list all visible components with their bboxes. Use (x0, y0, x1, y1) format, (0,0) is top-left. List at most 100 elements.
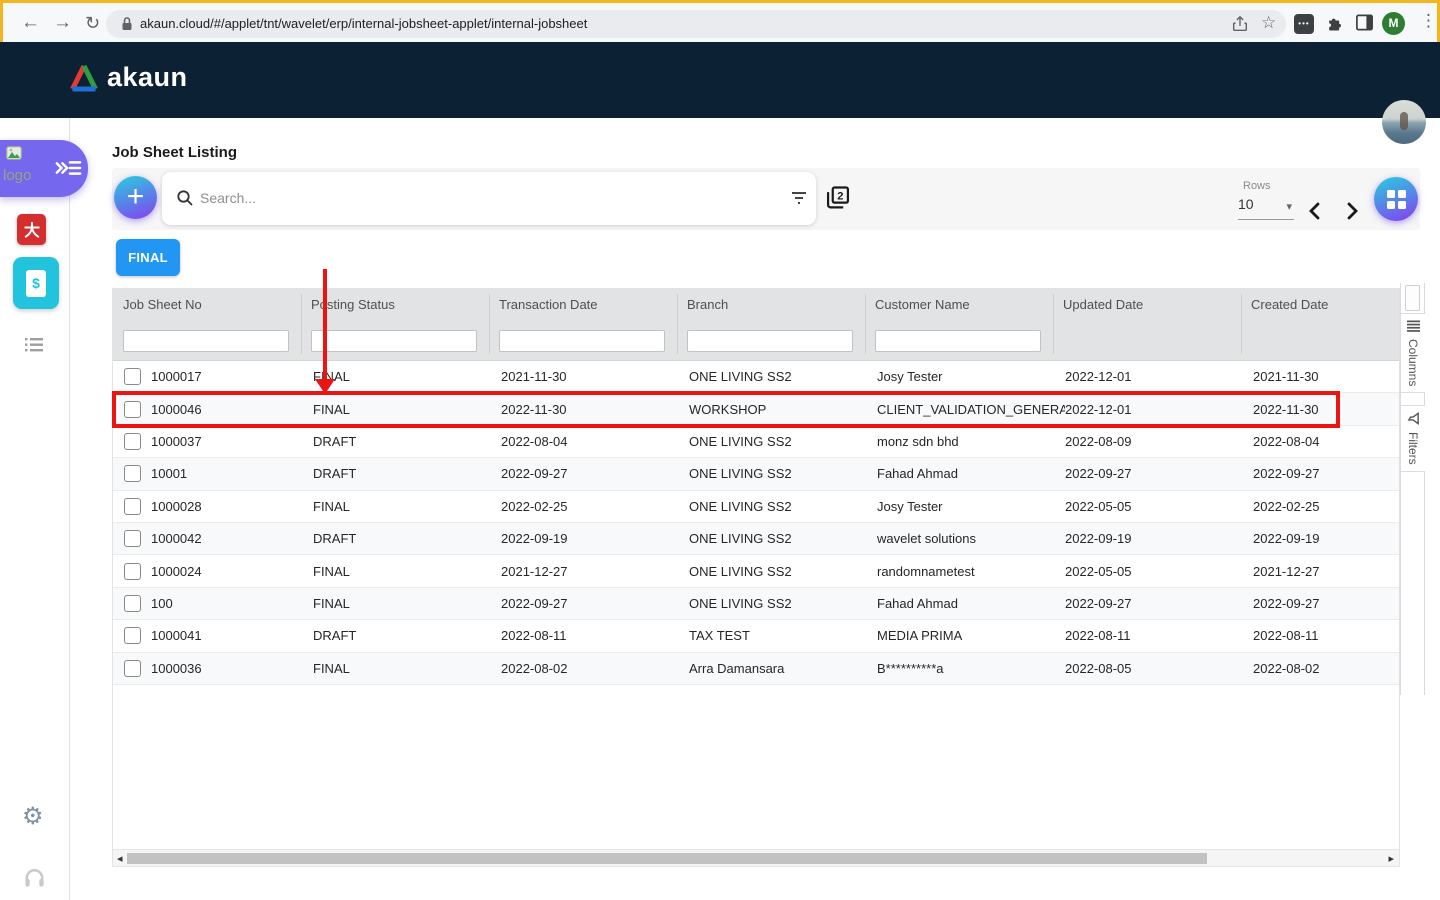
filter-input-posting-status[interactable] (311, 330, 477, 352)
browser-menu-icon[interactable]: ⋮ (1420, 11, 1437, 31)
cell-branch: WORKSHOP (689, 401, 767, 417)
app-icon-invoice[interactable]: $ (13, 257, 59, 309)
checkbox-icon[interactable] (123, 594, 141, 612)
table-row[interactable]: 10001 DRAFT 2022-09-27 ONE LIVING SS2 Fahad … (113, 458, 1399, 491)
col-header-branch[interactable]: Branch (677, 297, 865, 312)
filter-funnel-icon (1407, 412, 1420, 425)
grid-view-button[interactable] (1374, 177, 1418, 221)
sidebar-logo-label: logo (3, 167, 32, 184)
sidebar-logo-pill[interactable]: logo (0, 140, 88, 197)
cell-customer-name: CLIENT_VALIDATION_GENERAL (877, 401, 1065, 417)
col-header-updated-date[interactable]: Updated Date (1053, 297, 1241, 312)
horizontal-scrollbar-thumb[interactable] (127, 853, 1207, 864)
search-icon (176, 189, 194, 207)
share-icon[interactable] (1231, 15, 1249, 33)
row-checkbox[interactable] (113, 400, 151, 418)
row-checkbox[interactable] (113, 368, 151, 386)
col-header-created-date[interactable]: Created Date (1241, 297, 1399, 312)
extension-box-icon[interactable]: ••• (1294, 14, 1314, 34)
bookmark-star-icon[interactable]: ☆ (1261, 13, 1276, 33)
cell-branch: ONE LIVING SS2 (689, 369, 792, 385)
checkbox-icon[interactable] (123, 497, 141, 515)
cell-transaction-date: 2022-09-27 (501, 466, 568, 482)
cell-created-date: 2022-11-30 (1253, 401, 1319, 417)
address-bar[interactable]: akaun.cloud/#/applet/tnt/wavelet/erp/int… (106, 10, 1286, 38)
cell-created-date: 2022-09-19 (1253, 531, 1320, 547)
rows-per-page-select[interactable]: 10 ▾ (1238, 196, 1294, 220)
cell-created-date: 2021-11-30 (1253, 369, 1319, 385)
url-text[interactable]: akaun.cloud/#/applet/tnt/wavelet/erp/int… (140, 16, 587, 31)
next-page-button[interactable] (1343, 201, 1361, 221)
row-checkbox[interactable] (113, 497, 151, 515)
add-record-button[interactable]: + (114, 176, 157, 219)
filter-input-branch[interactable] (687, 330, 853, 352)
table-row[interactable]: 1000036 FINAL 2022-08-02 Arra Damansara B***… (113, 652, 1399, 685)
checkbox-icon[interactable] (123, 530, 141, 548)
column-separator (677, 294, 678, 354)
row-checkbox[interactable] (113, 465, 151, 483)
tab-columns[interactable]: Columns (1401, 313, 1425, 394)
tab-filters[interactable]: Filters (1401, 405, 1425, 472)
user-avatar[interactable] (1382, 100, 1426, 144)
checkbox-icon[interactable] (123, 659, 141, 677)
cell-transaction-date: 2022-08-04 (501, 433, 568, 449)
row-checkbox[interactable] (113, 659, 151, 677)
browser-chrome: ← → ↻ akaun.cloud/#/applet/tnt/wavelet/e… (0, 0, 1440, 42)
filter-input-transaction-date[interactable] (499, 330, 665, 352)
cell-branch: Arra Damansara (689, 660, 785, 676)
search-input[interactable] (200, 186, 740, 210)
table-row[interactable]: 1000037 DRAFT 2022-08-04 ONE LIVING SS2 monz… (113, 425, 1399, 459)
row-checkbox[interactable] (113, 432, 151, 450)
final-status-button[interactable]: FINAL (116, 239, 180, 276)
headset-icon[interactable] (23, 866, 46, 888)
cell-created-date: 2022-09-27 (1253, 466, 1320, 482)
col-header-job-sheet-no[interactable]: Job Sheet No (113, 297, 301, 312)
scroll-left-icon[interactable]: ◂ (117, 852, 123, 865)
side-panel-icon[interactable] (1355, 13, 1374, 32)
col-header-posting-status[interactable]: Posting Status (301, 297, 489, 312)
row-checkbox[interactable] (113, 627, 151, 645)
cell-customer-name: Fahad Ahmad (877, 466, 958, 482)
cell-transaction-date: 2022-08-11 (501, 628, 567, 644)
table-row[interactable]: 1000041 DRAFT 2022-08-11 TAX TEST MEDIA PRIM… (113, 620, 1399, 653)
extensions-puzzle-icon[interactable] (1325, 13, 1345, 33)
col-header-customer-name[interactable]: Customer Name (865, 297, 1053, 312)
browser-profile-avatar[interactable]: M (1382, 12, 1405, 35)
checkbox-icon[interactable] (123, 400, 141, 418)
filter-input-customer-name[interactable] (875, 330, 1041, 352)
settings-gear-icon[interactable]: ⚙ (22, 802, 44, 831)
table-row[interactable]: 100 FINAL 2022-09-27 ONE LIVING SS2 Fahad Ah… (113, 587, 1399, 621)
forward-icon[interactable]: → (53, 11, 72, 35)
checkbox-icon[interactable] (123, 562, 141, 580)
table-row[interactable]: 1000024 FINAL 2021-12-27 ONE LIVING SS2 rand… (113, 555, 1399, 588)
row-checkbox[interactable] (113, 594, 151, 612)
col-header-transaction-date[interactable]: Transaction Date (489, 297, 677, 312)
broken-image-icon (6, 146, 22, 160)
reload-icon[interactable]: ↻ (85, 11, 100, 35)
cell-customer-name: MEDIA PRIMA (877, 628, 963, 644)
table-row[interactable]: 1000017 FINAL 2021-11-30 ONE LIVING SS2 Josy… (113, 361, 1399, 394)
checkbox-icon[interactable] (123, 432, 141, 450)
horizontal-scrollbar[interactable]: ◂ ▸ (112, 849, 1400, 867)
pages-2-icon[interactable]: 2 (824, 184, 852, 212)
cell-updated-date: 2022-05-05 (1065, 563, 1132, 579)
row-checkbox[interactable] (113, 530, 151, 548)
cell-transaction-date: 2021-12-27 (501, 563, 568, 579)
vertical-scrollbar-thumb[interactable] (1405, 285, 1420, 311)
prev-page-button[interactable] (1306, 201, 1324, 221)
checkbox-icon[interactable] (123, 465, 141, 483)
app-icon-dai[interactable] (17, 214, 46, 245)
menu-open-icon[interactable] (54, 157, 82, 179)
table-row[interactable]: 1000028 FINAL 2022-02-25 ONE LIVING SS2 Josy… (113, 490, 1399, 523)
scroll-right-icon[interactable]: ▸ (1388, 852, 1394, 865)
list-menu-icon[interactable] (24, 336, 44, 354)
checkbox-icon[interactable] (123, 627, 141, 645)
brand-logo[interactable]: akaun (68, 62, 188, 93)
filter-input-job-sheet-no[interactable] (123, 330, 289, 352)
table-row[interactable]: 1000046 FINAL 2022-11-30 WORKSHOP CLIENT_VAL… (113, 393, 1399, 426)
row-checkbox[interactable] (113, 562, 151, 580)
filter-list-icon[interactable] (790, 190, 808, 206)
checkbox-icon[interactable] (123, 368, 141, 386)
back-icon[interactable]: ← (21, 11, 40, 35)
table-row[interactable]: 1000042 DRAFT 2022-09-19 ONE LIVING SS2 wave… (113, 522, 1399, 556)
